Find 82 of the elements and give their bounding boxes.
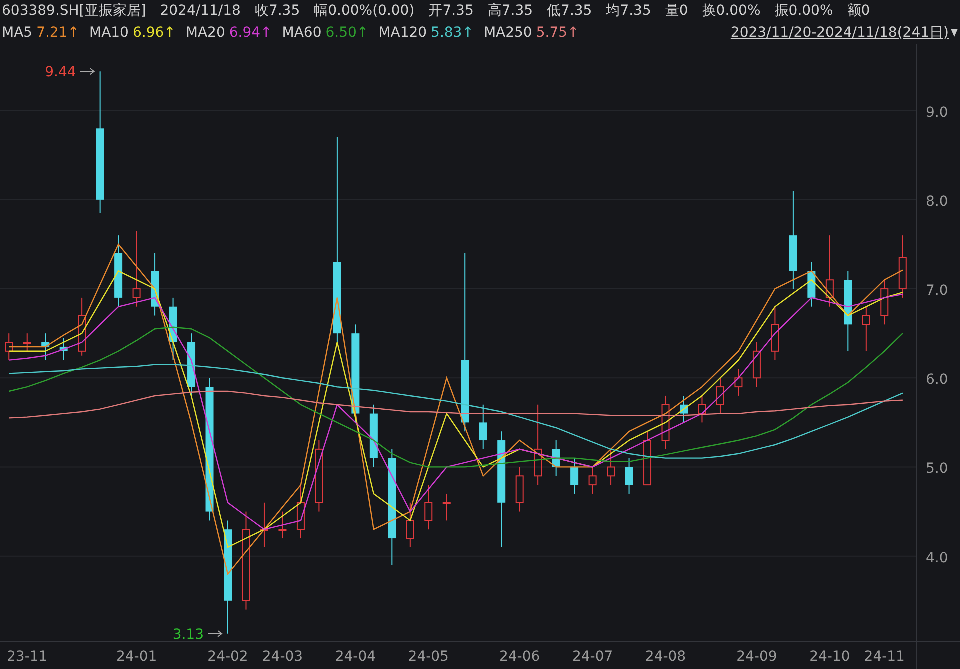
date-axis-label: 24-04 [335,649,376,665]
price-axis-label: 8.0 [926,194,948,210]
candlestick [752,342,761,388]
quote-field: 高7.35 [488,2,534,20]
candlestick [516,466,524,512]
date-axis-label: 24-08 [645,649,686,665]
ma-label: MA120 [378,25,428,41]
quote-field: 开7.35 [428,2,474,20]
quote-field: 幅0.00%(0.00) [314,2,415,20]
price-axis-label: 4.0 [926,550,948,566]
quote-field: 2024/11/18 [160,3,241,19]
candlestick [680,395,688,424]
candlestick [42,333,50,361]
date-axis-label: 24-05 [408,649,449,665]
ma-label: MA250 [484,25,532,41]
candlestick [5,333,14,361]
ma-value: 6.96↑ [132,25,176,41]
candlestick [862,306,870,352]
date-axis-label: 24-09 [736,649,778,665]
date-axis-label: 24-10 [810,649,850,665]
candlestick [716,378,724,414]
candlestick [880,280,889,326]
candlestick [296,484,305,540]
ma-label: MA10 [89,25,129,41]
dropdown-triangle-icon[interactable] [951,29,958,37]
date-axis-label: 24-07 [572,649,614,665]
candlestick [570,458,579,494]
price-axis-label: 9.0 [926,104,948,121]
date-axis-label: 24-03 [262,649,304,665]
date-axis-label: 24-02 [208,649,248,665]
price-axis-label: 5.0 [926,461,948,478]
date-range-link[interactable]: 2023/11/20-2024/11/18(241日) [730,24,949,42]
candlestick [406,502,414,548]
candlestick [78,297,86,356]
candlestick [442,493,451,522]
quote-field: 收7.35 [254,2,300,20]
candlestick [169,297,178,361]
quote-field: 均7.35 [606,2,652,20]
ma-value: 6.94↑ [229,25,272,41]
date-axis-label: 23-11 [7,649,48,665]
candlestick [662,395,670,450]
candlestick [552,440,560,477]
price-annotation: 9.44 [45,64,76,81]
candlestick [424,484,433,530]
arrow-icon [208,630,223,638]
candlestick [23,333,32,352]
candlestick [734,368,743,396]
candlestick [644,431,652,486]
ma-label: MA5 [2,25,33,41]
stock-symbol: 603389.SH[亚振家居] [2,2,146,20]
ma-label: MA20 [186,25,226,41]
candlestick [188,333,196,396]
candlestick [479,404,488,450]
candlestick [698,395,706,424]
ma-value: 6.50↑ [326,25,369,41]
date-axis-label: 24-06 [500,649,540,665]
candlestick [607,448,616,486]
arrow-icon [80,68,96,76]
quote-field: 振0.00% [774,2,834,20]
candlestick [60,338,68,361]
quote-field: 低7.35 [547,2,592,20]
candlestick [808,262,816,308]
date-axis-label: 24-11 [864,649,905,665]
candlestick [898,235,907,298]
date-axis-label: 24-01 [116,649,158,665]
price-axis-label: 7.0 [926,283,948,300]
candlestick [370,404,378,468]
price-annotation: 3.13 [172,626,204,643]
ma-value: 5.83↑ [431,25,474,41]
candlestick [151,252,160,316]
quote-field: 换0.00% [702,2,761,20]
quote-field: 量0 [665,2,688,20]
price-axis-label: 6.0 [926,372,948,388]
ma-label: MA60 [282,25,322,41]
candlestick [588,466,597,494]
candlestick [278,511,287,540]
quote-field: 额0 [847,2,870,20]
ma-value: 7.21↑ [36,25,80,41]
candlestick [625,458,634,494]
candlestick [260,502,268,548]
candlestick [771,306,780,361]
ma-value: 5.75↑ [536,25,580,41]
